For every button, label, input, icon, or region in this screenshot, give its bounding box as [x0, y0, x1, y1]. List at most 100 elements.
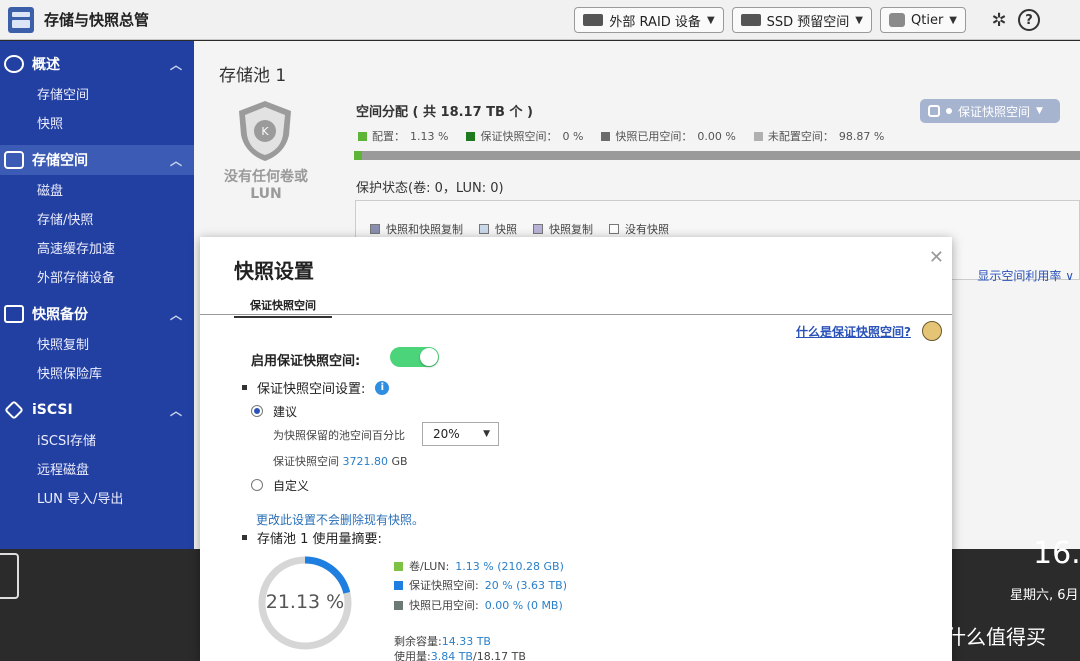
- sidebar: 概述 ︿ 存储空间 快照 存储空间 ︿ 磁盘 存储/快照 高速缓存加速 外部存储…: [0, 41, 194, 549]
- protection-legend: 快照和快照复制 快照 快照复制 没有快照: [370, 221, 669, 237]
- sidebar-item-snapshot-vault[interactable]: 快照保险库: [0, 358, 194, 387]
- legend-configured: 配置： 1.13 %: [358, 128, 448, 144]
- donut-percent: 21.13 %: [265, 591, 345, 613]
- tab-divider: [200, 314, 952, 315]
- desktop-clock: 16.: [1033, 536, 1080, 571]
- sidebar-item-storage-snapshot[interactable]: 存储/快照: [0, 204, 194, 233]
- usage-row-snapshot-used: 快照已用空间: 0.00 % (0 MB): [394, 597, 563, 613]
- legend-no-snapshot: 没有快照: [609, 221, 669, 237]
- app-title: 存储与快照总管: [44, 11, 150, 29]
- sidebar-item-iscsi-storage[interactable]: iSCSI存储: [0, 425, 194, 454]
- sidebar-section-iscsi[interactable]: iSCSI ︿: [0, 395, 194, 425]
- sidebar-section-label: 概述: [32, 57, 60, 73]
- sidebar-section-overview[interactable]: 概述 ︿: [0, 49, 194, 79]
- what-is-guaranteed-space-link[interactable]: 什么是保证快照空间?: [796, 323, 911, 340]
- radio-custom[interactable]: [251, 479, 263, 491]
- help-icon[interactable]: ?: [1018, 9, 1040, 31]
- sidebar-item-external-storage[interactable]: 外部存储设备: [0, 262, 194, 291]
- watermark: 值 什么值得买: [912, 621, 1046, 650]
- database-icon: [928, 105, 940, 117]
- protection-status-title: 保护状态(卷: 0，LUN: 0): [356, 181, 504, 196]
- watermark-logo-icon: 值: [912, 622, 938, 649]
- database-icon: [4, 151, 24, 169]
- qtier-button[interactable]: Qtier ▼: [880, 7, 966, 33]
- dashboard-icon: [4, 55, 24, 73]
- percent-label: 为快照保留的池空间百分比: [273, 429, 405, 442]
- space-allocation-title: 空间分配 ( 共 18.17 TB 个 ): [356, 105, 533, 120]
- info-icon[interactable]: i: [375, 380, 390, 395]
- legend-snapshot-replica: 快照复制: [533, 221, 593, 237]
- sidebar-item-storage-space[interactable]: 存储空间: [0, 79, 194, 108]
- sidebar-section-storage[interactable]: 存储空间 ︿: [0, 145, 194, 175]
- sidebar-item-snapshot-replica[interactable]: 快照复制: [0, 329, 194, 358]
- ssd-reserve-button[interactable]: SSD 预留空间 ▼: [731, 7, 872, 33]
- qtier-icon: [889, 13, 905, 27]
- desktop-weekday: 星期六, 6月: [1010, 588, 1079, 603]
- tools-icon[interactable]: ✲: [988, 9, 1010, 31]
- header-actions: 外部 RAID 设备 ▼ SSD 预留空间 ▼ Qtier ▼ ✲ ?: [574, 0, 1080, 40]
- bullet-icon: [242, 385, 247, 390]
- settings-note: 更改此设置不会删除现有快照。: [256, 513, 425, 527]
- storage-manager-icon: [8, 6, 34, 33]
- legend-snapshot: 快照: [479, 221, 517, 237]
- guarantee-snapshot-space-button[interactable]: 保证快照空间 ▼: [920, 99, 1060, 123]
- sidebar-item-snapshot[interactable]: 快照: [0, 108, 194, 137]
- toggle-knob: [420, 348, 438, 366]
- settings-heading: 保证快照空间设置: i: [242, 378, 390, 397]
- enable-label: 启用保证快照空间:: [251, 354, 361, 369]
- remaining-capacity: 剩余容量:14.33 TB: [394, 635, 491, 648]
- show-space-utilization-link[interactable]: 显示空间利用率 ∨: [977, 267, 1074, 284]
- legend-snapshot-used: 快照已用空间： 0.00 %: [601, 128, 736, 144]
- space-allocation-bar: [354, 151, 1080, 160]
- shield-icon: K: [239, 101, 291, 161]
- chevron-down-icon: ▼: [483, 429, 490, 439]
- radio-recommended[interactable]: [251, 405, 263, 417]
- close-icon[interactable]: ✕: [929, 247, 944, 268]
- chevron-down-icon: ▼: [706, 14, 715, 26]
- sidebar-item-lun-import-export[interactable]: LUN 导入/导出: [0, 483, 194, 512]
- sidebar-section-label: iSCSI: [32, 402, 73, 418]
- space-configured-fill: [354, 151, 363, 160]
- ssd-reserve-label: SSD 预留空间: [766, 14, 850, 30]
- sidebar-section-snapshot-backup[interactable]: 快照备份 ︿: [0, 299, 194, 329]
- helper-avatar-icon[interactable]: [922, 321, 942, 341]
- usage-row-guaranteed: 保证快照空间: 20 % (3.63 TB): [394, 577, 567, 593]
- camera-icon: [4, 305, 24, 323]
- guarantee-button-label: 保证快照空间: [958, 104, 1031, 119]
- chevron-up-icon: ︿: [169, 57, 182, 72]
- iscsi-icon: [4, 400, 24, 420]
- chevron-up-icon: ︿: [169, 153, 182, 168]
- bullet-icon: [242, 535, 247, 540]
- top-header: 存储与快照总管 外部 RAID 设备 ▼ SSD 预留空间 ▼ Qtier ▼ …: [0, 0, 1080, 40]
- guaranteed-space-line: 保证快照空间 3721.80 GB: [273, 455, 408, 468]
- chevron-down-icon: ▼: [949, 14, 957, 26]
- sidebar-item-cache[interactable]: 高速缓存加速: [0, 233, 194, 262]
- percent-select[interactable]: 20% ▼: [422, 422, 499, 446]
- chevron-down-icon: ▼: [1036, 106, 1043, 116]
- sidebar-item-disks[interactable]: 磁盘: [0, 175, 194, 204]
- snapshot-settings-dialog: ✕ 快照设置 保证快照空间 什么是保证快照空间? 启用保证快照空间: 保证快照空…: [200, 237, 952, 661]
- legend-guaranteed: 保证快照空间： 0 %: [466, 128, 583, 144]
- pool-title: 存储池 1: [219, 66, 287, 86]
- sidebar-item-remote-disk[interactable]: 远程磁盘: [0, 454, 194, 483]
- guaranteed-space-value: 3721.80: [342, 455, 389, 468]
- usage-row-volume: 卷/LUN: 1.13 % (210.28 GB): [394, 558, 564, 574]
- sidebar-section-label: 存储空间: [32, 153, 88, 169]
- external-raid-label: 外部 RAID 设备: [609, 14, 701, 30]
- chevron-up-icon: ︿: [169, 307, 182, 322]
- no-volume-text: 没有任何卷或 LUN: [224, 169, 308, 202]
- space-legend: 配置： 1.13 % 保证快照空间： 0 % 快照已用空间： 0.00 % 未配置空间…: [358, 128, 884, 144]
- dialog-title: 快照设置: [234, 259, 314, 283]
- chevron-down-icon: ▼: [855, 14, 863, 26]
- chevron-up-icon: ︿: [169, 403, 182, 418]
- qtier-label: Qtier: [911, 12, 944, 28]
- used-capacity: 使用量:3.84 TB/18.17 TB: [394, 650, 526, 661]
- enable-toggle[interactable]: [390, 347, 439, 367]
- sidebar-section-label: 快照备份: [32, 307, 88, 323]
- radio-custom-label: 自定义: [273, 479, 310, 493]
- legend-unconfigured: 未配置空间： 98.87 %: [753, 128, 884, 144]
- legend-snapshot-and-replica: 快照和快照复制: [370, 221, 463, 237]
- radio-recommended-label: 建议: [273, 405, 298, 419]
- external-raid-button[interactable]: 外部 RAID 设备 ▼: [574, 7, 724, 33]
- usage-summary-heading: 存储池 1 使用量摘要:: [242, 528, 382, 547]
